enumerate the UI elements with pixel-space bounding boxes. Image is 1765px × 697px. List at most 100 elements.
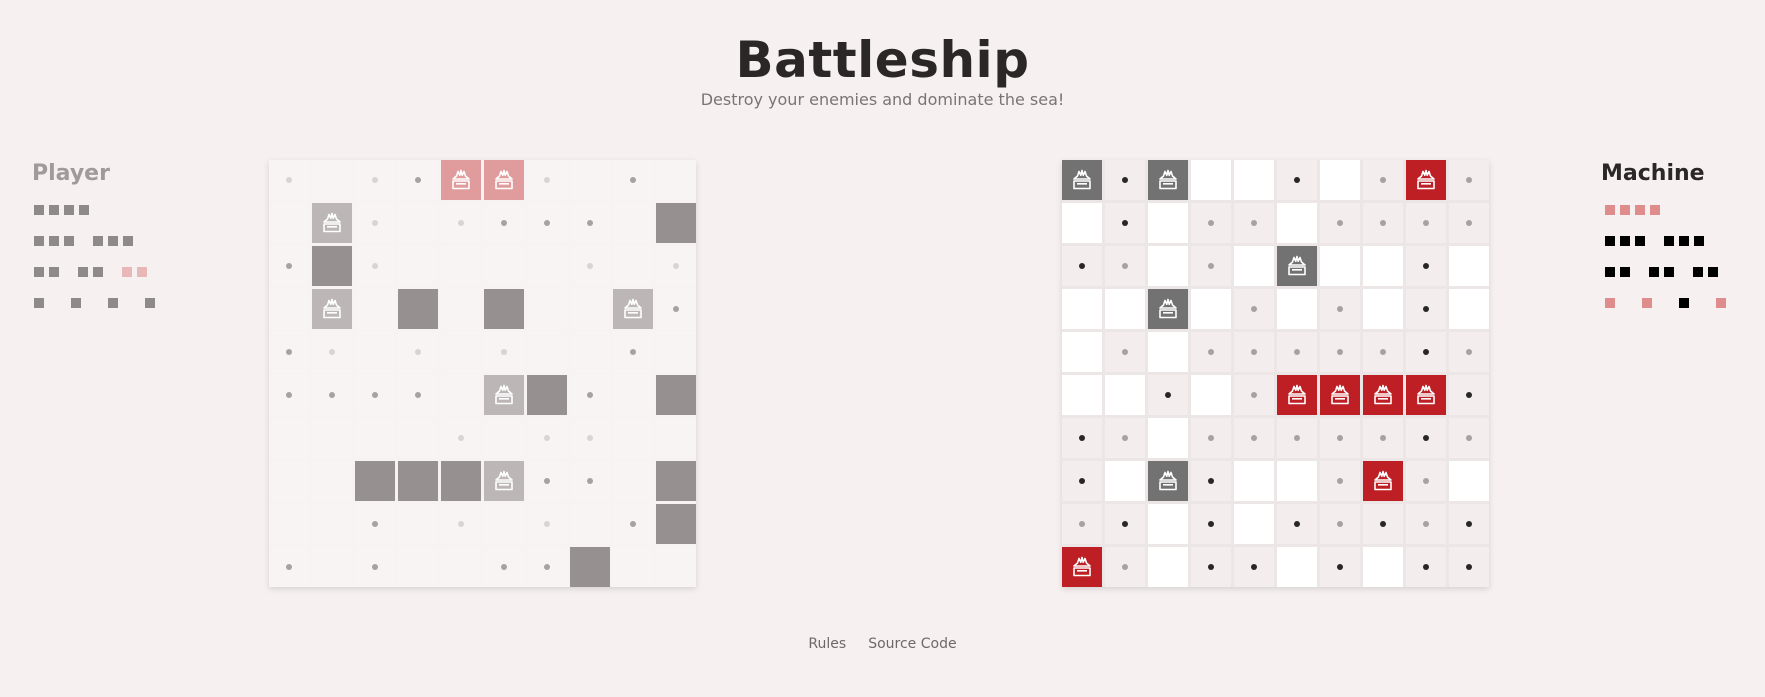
machine-cell[interactable]	[1062, 375, 1102, 415]
machine-cell[interactable]	[1449, 504, 1489, 544]
machine-cell[interactable]	[1234, 289, 1274, 329]
machine-cell[interactable]	[1062, 461, 1102, 501]
machine-cell[interactable]	[1406, 289, 1446, 329]
machine-cell[interactable]	[1449, 160, 1489, 200]
machine-cell[interactable]	[1320, 289, 1360, 329]
machine-cell[interactable]	[1277, 332, 1317, 372]
machine-cell[interactable]	[1449, 289, 1489, 329]
machine-cell[interactable]	[1148, 203, 1188, 243]
machine-cell[interactable]	[1363, 332, 1403, 372]
machine-cell[interactable]	[1277, 246, 1317, 286]
machine-cell[interactable]	[1105, 160, 1145, 200]
machine-cell[interactable]	[1406, 160, 1446, 200]
machine-cell[interactable]	[1320, 375, 1360, 415]
machine-cell[interactable]	[1062, 418, 1102, 458]
machine-cell[interactable]	[1277, 418, 1317, 458]
machine-cell[interactable]	[1277, 547, 1317, 587]
machine-cell[interactable]	[1320, 160, 1360, 200]
machine-cell[interactable]	[1406, 461, 1446, 501]
machine-cell[interactable]	[1363, 203, 1403, 243]
machine-cell[interactable]	[1449, 418, 1489, 458]
machine-cell[interactable]	[1234, 160, 1274, 200]
machine-cell[interactable]	[1234, 547, 1274, 587]
machine-cell[interactable]	[1320, 547, 1360, 587]
machine-cell[interactable]	[1363, 504, 1403, 544]
machine-cell[interactable]	[1191, 418, 1231, 458]
machine-cell[interactable]	[1105, 289, 1145, 329]
machine-cell[interactable]	[1148, 246, 1188, 286]
machine-cell[interactable]	[1406, 332, 1446, 372]
machine-cell[interactable]	[1363, 289, 1403, 329]
machine-cell[interactable]	[1449, 332, 1489, 372]
machine-cell[interactable]	[1277, 461, 1317, 501]
machine-cell[interactable]	[1148, 461, 1188, 501]
machine-cell[interactable]	[1363, 547, 1403, 587]
machine-cell[interactable]	[1191, 375, 1231, 415]
machine-cell[interactable]	[1320, 246, 1360, 286]
machine-cell[interactable]	[1234, 375, 1274, 415]
machine-cell[interactable]	[1363, 160, 1403, 200]
machine-cell[interactable]	[1320, 203, 1360, 243]
machine-cell[interactable]	[1449, 246, 1489, 286]
machine-cell[interactable]	[1148, 160, 1188, 200]
machine-cell[interactable]	[1148, 547, 1188, 587]
machine-cell[interactable]	[1062, 203, 1102, 243]
machine-cell[interactable]	[1105, 246, 1145, 286]
machine-cell[interactable]	[1406, 547, 1446, 587]
machine-cell[interactable]	[1277, 375, 1317, 415]
machine-cell[interactable]	[1105, 504, 1145, 544]
machine-cell[interactable]	[1234, 418, 1274, 458]
machine-cell[interactable]	[1148, 418, 1188, 458]
machine-cell[interactable]	[1320, 332, 1360, 372]
machine-cell[interactable]	[1105, 203, 1145, 243]
machine-cell[interactable]	[1363, 246, 1403, 286]
machine-cell[interactable]	[1320, 504, 1360, 544]
machine-cell[interactable]	[1449, 375, 1489, 415]
machine-cell[interactable]	[1234, 332, 1274, 372]
machine-board[interactable]	[1062, 160, 1489, 587]
machine-cell[interactable]	[1320, 418, 1360, 458]
machine-cell[interactable]	[1406, 246, 1446, 286]
machine-cell[interactable]	[1105, 375, 1145, 415]
machine-cell[interactable]	[1363, 375, 1403, 415]
machine-cell[interactable]	[1320, 461, 1360, 501]
machine-cell[interactable]	[1277, 160, 1317, 200]
machine-cell[interactable]	[1234, 504, 1274, 544]
machine-cell[interactable]	[1191, 246, 1231, 286]
machine-cell[interactable]	[1105, 461, 1145, 501]
source-code-link[interactable]: Source Code	[868, 636, 956, 652]
machine-cell[interactable]	[1234, 461, 1274, 501]
machine-cell[interactable]	[1449, 547, 1489, 587]
machine-cell[interactable]	[1234, 203, 1274, 243]
machine-cell[interactable]	[1148, 375, 1188, 415]
machine-cell[interactable]	[1191, 203, 1231, 243]
machine-cell[interactable]	[1277, 504, 1317, 544]
machine-cell[interactable]	[1062, 547, 1102, 587]
machine-cell[interactable]	[1062, 246, 1102, 286]
machine-cell[interactable]	[1406, 504, 1446, 544]
machine-cell[interactable]	[1277, 203, 1317, 243]
machine-cell[interactable]	[1363, 461, 1403, 501]
machine-cell[interactable]	[1191, 504, 1231, 544]
machine-cell[interactable]	[1105, 418, 1145, 458]
machine-cell[interactable]	[1191, 332, 1231, 372]
machine-cell[interactable]	[1062, 332, 1102, 372]
machine-cell[interactable]	[1449, 461, 1489, 501]
machine-cell[interactable]	[1406, 375, 1446, 415]
machine-cell[interactable]	[1406, 203, 1446, 243]
machine-cell[interactable]	[1105, 332, 1145, 372]
machine-cell[interactable]	[1062, 289, 1102, 329]
machine-cell[interactable]	[1277, 289, 1317, 329]
machine-cell[interactable]	[1191, 461, 1231, 501]
machine-cell[interactable]	[1062, 504, 1102, 544]
machine-cell[interactable]	[1148, 332, 1188, 372]
machine-cell[interactable]	[1105, 547, 1145, 587]
machine-cell[interactable]	[1234, 246, 1274, 286]
machine-cell[interactable]	[1191, 547, 1231, 587]
machine-cell[interactable]	[1148, 504, 1188, 544]
machine-cell[interactable]	[1363, 418, 1403, 458]
machine-cell[interactable]	[1406, 418, 1446, 458]
machine-cell[interactable]	[1148, 289, 1188, 329]
machine-cell[interactable]	[1191, 160, 1231, 200]
machine-cell[interactable]	[1449, 203, 1489, 243]
